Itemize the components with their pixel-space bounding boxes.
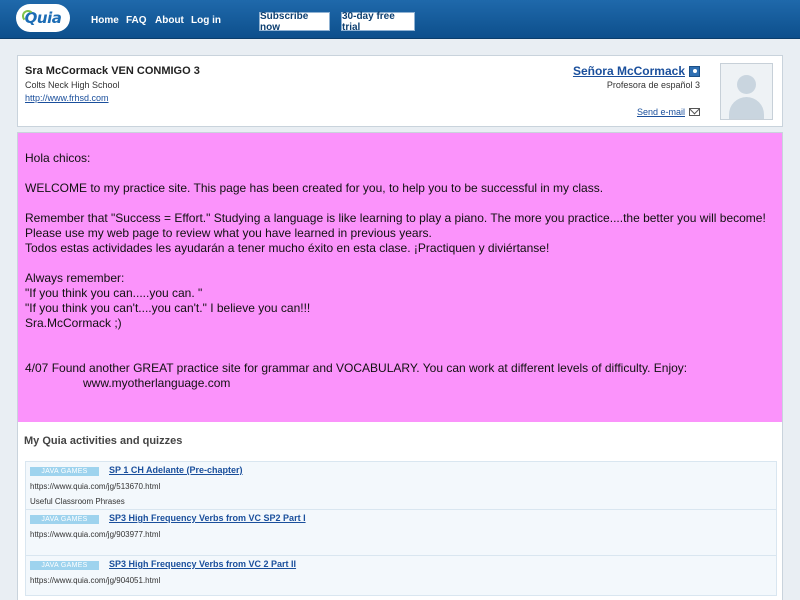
activity-url: https://www.quia.com/jg/903977.html xyxy=(30,530,161,539)
activity-link[interactable]: SP 1 CH Adelante (Pre-chapter) xyxy=(109,465,243,475)
activity-url: https://www.quia.com/jg/904051.html xyxy=(30,576,161,585)
activities-list: JAVA GAMES SP 1 CH Adelante (Pre-chapter… xyxy=(25,461,777,596)
activity-link[interactable]: SP3 High Frequency Verbs from VC 2 Part … xyxy=(109,559,296,569)
message-line: WELCOME to my practice site. This page h… xyxy=(25,181,604,195)
message-line: "If you think you can't....you can't." I… xyxy=(25,301,311,315)
send-email-link[interactable]: Send e-mail xyxy=(637,107,685,117)
quia-logo[interactable]: Quia xyxy=(16,4,70,32)
activity-url: https://www.quia.com/jg/513670.html xyxy=(30,482,161,491)
list-item: JAVA GAMES SP3 High Frequency Verbs from… xyxy=(26,556,776,596)
top-nav-bar: Quia Home FAQ About Log in Subscribe now… xyxy=(0,0,800,39)
teacher-name-link[interactable]: Señora McCormack xyxy=(573,64,685,78)
java-games-badge: JAVA GAMES xyxy=(30,515,99,524)
message-line: Hola chicos: xyxy=(25,151,91,165)
envelope-icon[interactable] xyxy=(689,108,700,116)
list-item: JAVA GAMES SP 1 CH Adelante (Pre-chapter… xyxy=(26,462,776,510)
avatar-head-icon xyxy=(737,75,756,94)
list-item: JAVA GAMES SP3 High Frequency Verbs from… xyxy=(26,510,776,556)
java-games-badge: JAVA GAMES xyxy=(30,467,99,476)
message-line: Sra.McCormack ;) xyxy=(25,316,122,330)
logo-swoosh-icon xyxy=(22,10,34,22)
activity-link[interactable]: SP3 High Frequency Verbs from VC SP2 Par… xyxy=(109,513,306,523)
welcome-message: Hola chicos: WELCOME to my practice site… xyxy=(18,133,782,422)
nav-about-link[interactable]: About xyxy=(155,15,184,26)
avatar xyxy=(720,63,773,120)
message-line: 4/07 Found another GREAT practice site f… xyxy=(25,361,688,375)
activities-section-title: My Quia activities and quizzes xyxy=(24,435,183,447)
free-trial-button[interactable]: 30-day free trial xyxy=(341,11,415,33)
message-line: www.myotherlanguage.com xyxy=(83,376,231,390)
nav-home-link[interactable]: Home xyxy=(91,15,119,26)
school-website-link[interactable]: http://www.frhsd.com xyxy=(25,93,109,103)
message-line: Always remember: xyxy=(25,271,125,285)
message-line: "If you think you can.....you can. " xyxy=(25,286,203,300)
message-line: Please use my web page to review what yo… xyxy=(25,226,432,240)
avatar-body-icon xyxy=(729,97,764,119)
activity-description: Useful Classroom Phrases xyxy=(30,497,125,506)
teacher-role: Profesora de español 3 xyxy=(606,80,700,90)
nav-faq-link[interactable]: FAQ xyxy=(126,15,147,26)
java-games-badge: JAVA GAMES xyxy=(30,561,99,570)
main-panel: Hola chicos: WELCOME to my practice site… xyxy=(17,132,783,600)
page-title: Sra McCormack VEN CONMIGO 3 xyxy=(25,65,200,77)
message-line: Remember that "Success = Effort." Studyi… xyxy=(25,211,766,225)
school-name: Colts Neck High School xyxy=(25,80,120,90)
message-line: Todos estas actividades les ayudarán a t… xyxy=(25,241,550,255)
profile-header: Sra McCormack VEN CONMIGO 3 Colts Neck H… xyxy=(17,55,783,127)
nav-login-link[interactable]: Log in xyxy=(191,15,221,26)
subscribe-button[interactable]: Subscribe now xyxy=(259,11,330,33)
profile-card-icon[interactable] xyxy=(689,66,700,77)
